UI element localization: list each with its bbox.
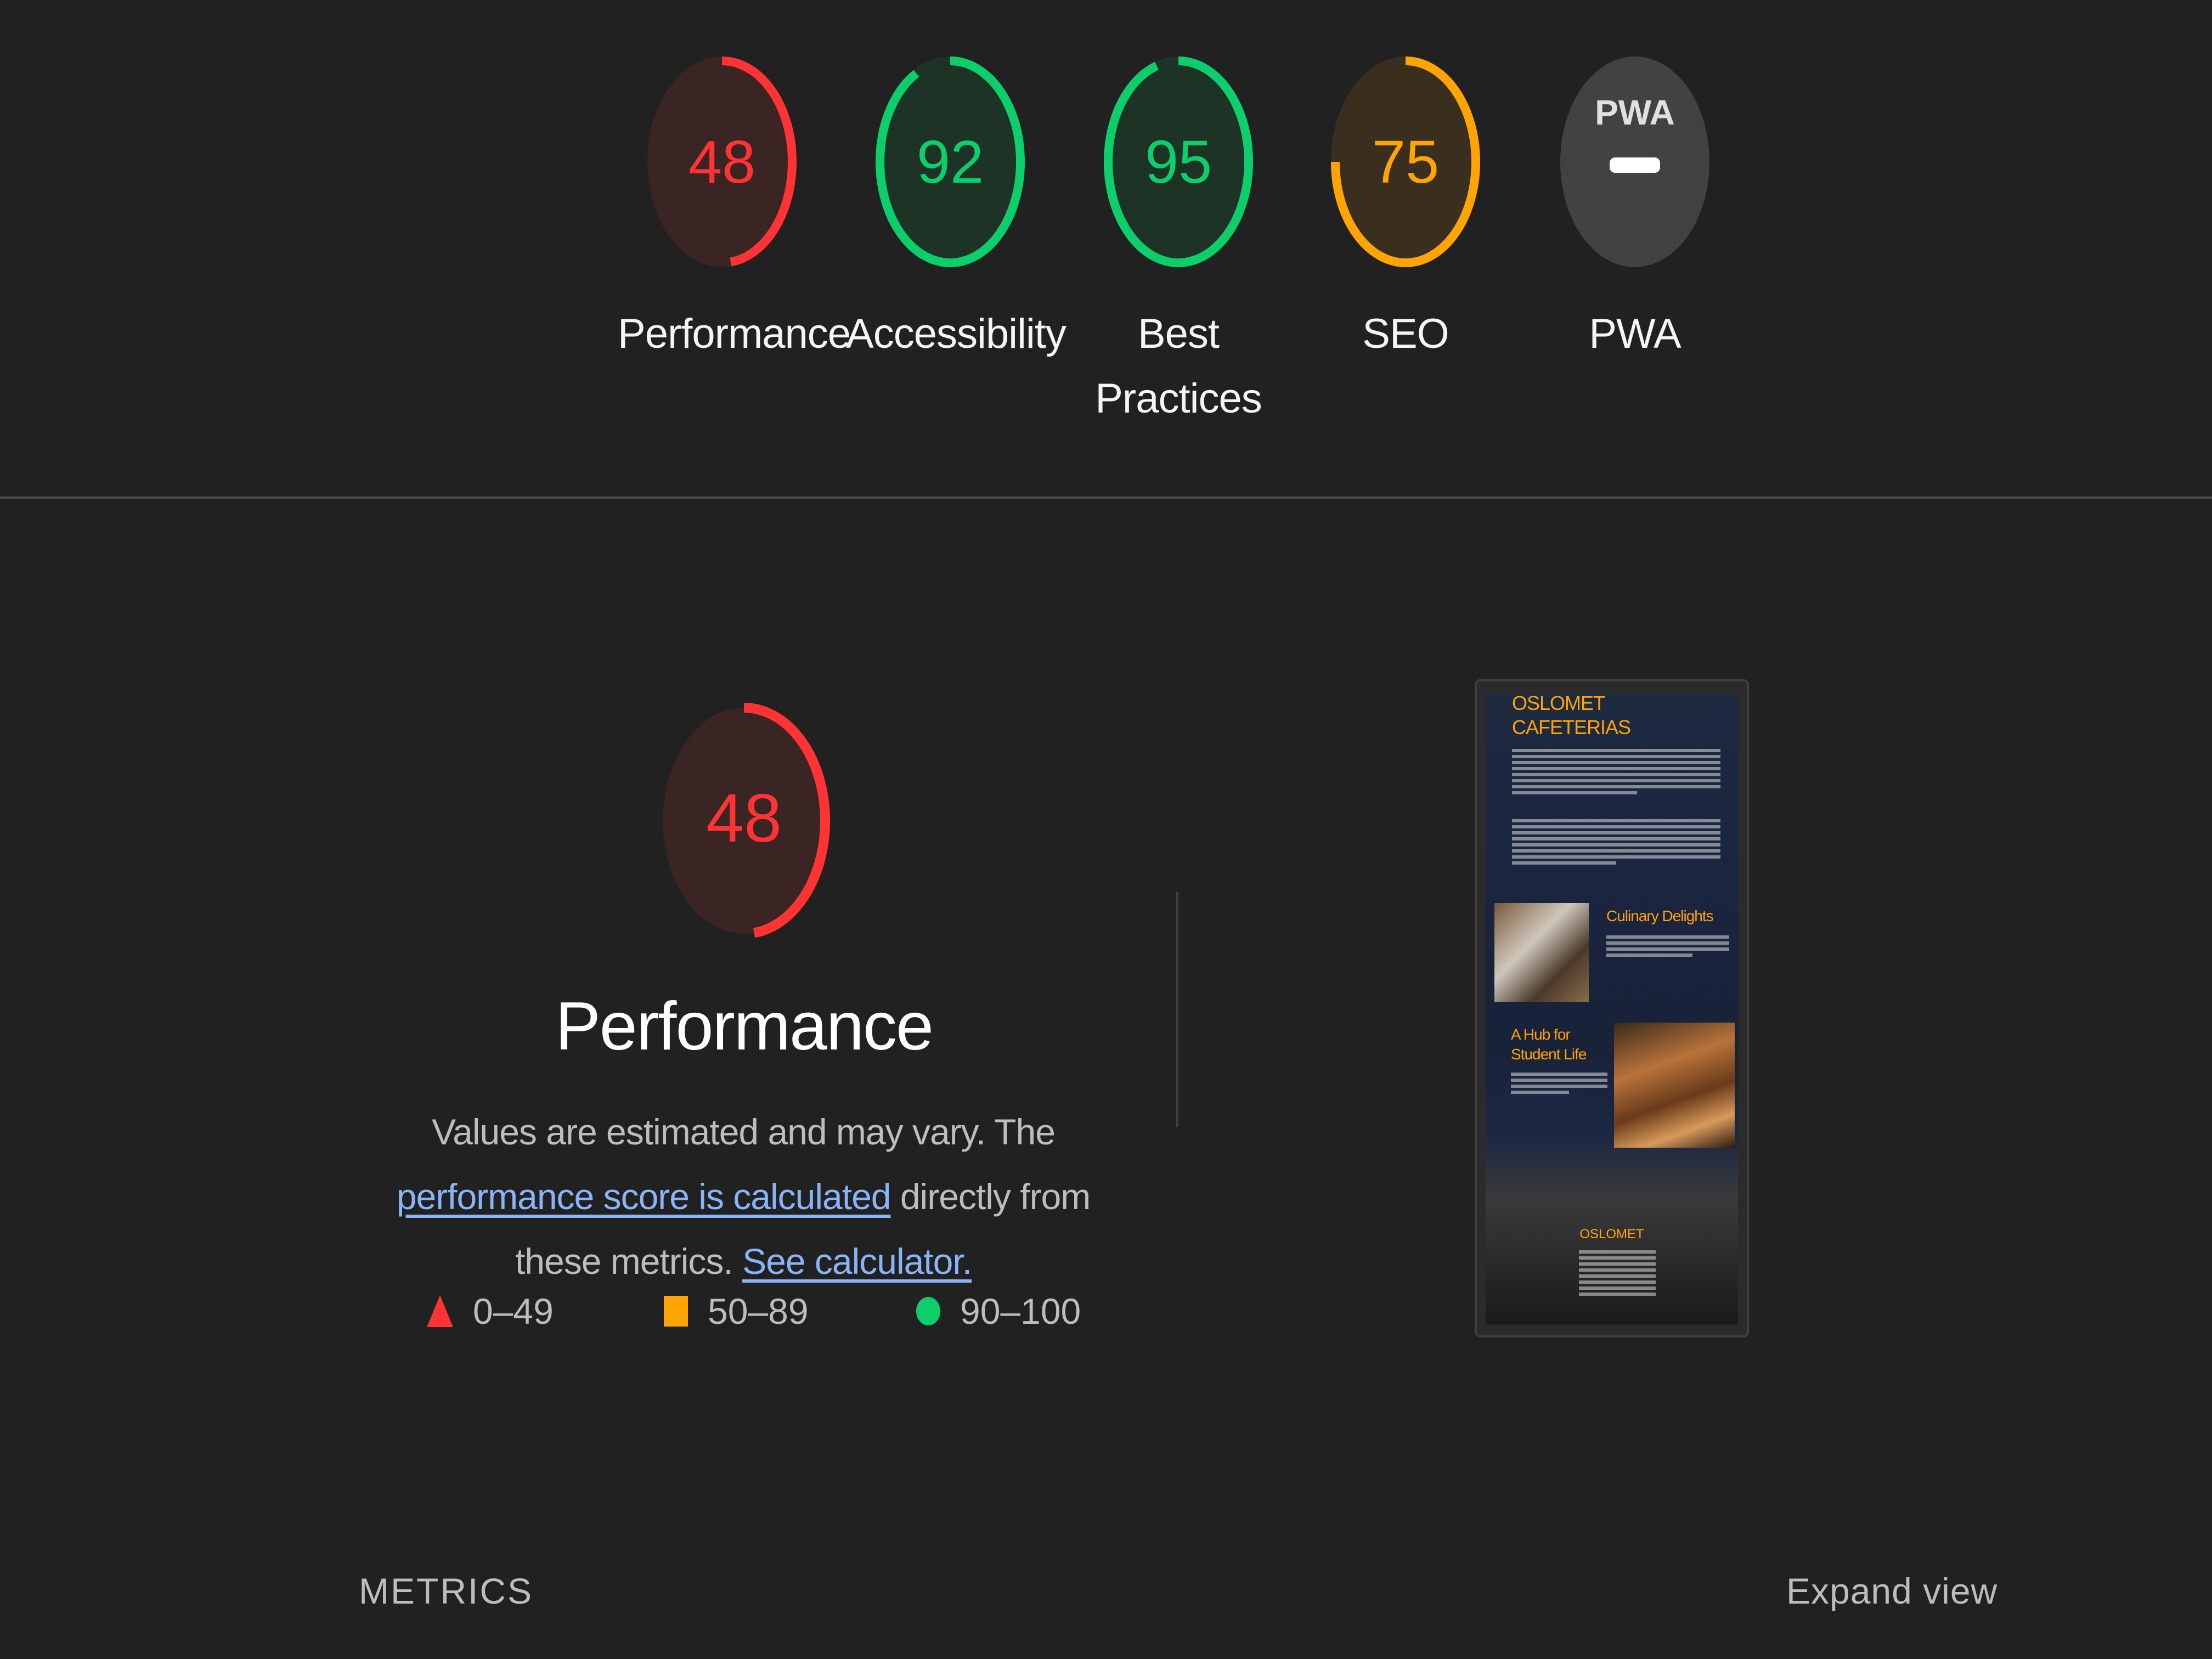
gauge-seo[interactable]: 75 SEO: [1301, 55, 1510, 366]
square-icon: [664, 1296, 688, 1327]
legend-average-range: 50–89: [708, 1291, 809, 1331]
legend-pass-range: 90–100: [960, 1291, 1081, 1331]
performance-heading: Performance: [555, 989, 934, 1064]
gauge-label: PWA: [1531, 302, 1739, 366]
legend-average: 50–89: [664, 1284, 809, 1339]
gauge-ring: PWA: [1560, 57, 1709, 267]
gauge-label: Performance: [618, 302, 851, 366]
screenshot-paragraph: [1606, 933, 1729, 960]
gauge-label: Best Practices: [1074, 302, 1283, 431]
header-divider: [0, 496, 2212, 499]
screenshot-image-cafeteria: [1614, 1023, 1735, 1148]
gauge-label-line: Performance: [618, 311, 851, 357]
screenshot-paragraph: [1512, 746, 1720, 797]
gauge-label: Accessibility: [846, 302, 1066, 366]
triangle-icon: [427, 1295, 453, 1327]
gauge-performance[interactable]: 48 Performance: [618, 55, 851, 366]
performance-score-gauge: 48: [656, 700, 832, 941]
final-screenshot-thumbnail[interactable]: OSLOMET CAFETERIAS Culinary Delights A H…: [1475, 679, 1749, 1338]
gauge-accessibility[interactable]: 92 Accessibility: [846, 55, 1066, 366]
screenshot-paragraph: [1512, 816, 1720, 867]
legend-pass: 90–100: [916, 1284, 1081, 1339]
expand-view-toggle[interactable]: Expand view: [1786, 1570, 1997, 1612]
screenshot-title: OSLOMET CAFETERIAS: [1512, 693, 1631, 740]
screenshot-section2-line2: Student Life: [1511, 1046, 1587, 1063]
gauge-score: 95: [1145, 128, 1212, 196]
screenshot-section-heading-2: A Hub for Student Life: [1511, 1025, 1587, 1064]
gauge-label-line: SEO: [1362, 311, 1449, 357]
pwa-dash-icon: [1610, 157, 1660, 173]
gauge-score: 48: [689, 128, 755, 196]
description-text: Values are estimated and may vary. The: [432, 1111, 1056, 1152]
performance-score-value: 48: [706, 781, 782, 856]
gauge-label-line: PWA: [1589, 311, 1681, 357]
legend-fail: 0–49: [427, 1284, 554, 1339]
gauge-score: 75: [1372, 128, 1439, 196]
gauge-label: SEO: [1301, 302, 1510, 366]
screenshot-image-chef: [1494, 903, 1589, 1002]
vertical-divider: [1176, 891, 1178, 1127]
pwa-badge-text: PWA: [1595, 93, 1675, 132]
screenshot-title-line1: OSLOMET: [1512, 693, 1605, 714]
screenshot-footer-text: [1579, 1248, 1656, 1299]
gauge-ring: 95: [1104, 57, 1253, 267]
performance-score-link[interactable]: performance score is calculated: [397, 1176, 891, 1217]
legend-fail-range: 0–49: [473, 1291, 554, 1331]
gauge-ring: 75: [1331, 57, 1480, 267]
gauge-ring: 48: [647, 57, 797, 267]
gauge-best-practices[interactable]: 95 Best Practices: [1074, 55, 1283, 431]
performance-description: Values are estimated and may vary. The p…: [351, 1099, 1136, 1294]
screenshot-title-line2: CAFETERIAS: [1512, 716, 1631, 738]
gauge-ring: 92: [876, 57, 1025, 267]
page-screenshot: OSLOMET CAFETERIAS Culinary Delights A H…: [1486, 693, 1738, 1324]
circle-icon: [916, 1297, 940, 1325]
gauge-label-line: Best: [1137, 311, 1220, 357]
gauge-label-line: Accessibility: [846, 311, 1066, 357]
screenshot-footer-title: OSLOMET: [1579, 1227, 1644, 1242]
gauge-score: 92: [917, 128, 984, 196]
metrics-heading: METRICS: [359, 1571, 533, 1611]
screenshot-paragraph: [1511, 1070, 1607, 1097]
score-scale-legend: 0–49 50–89 90–100: [0, 1284, 1207, 1339]
category-gauges: 48 Performance 92 Accessibility 95 Best Practi…: [0, 55, 2212, 439]
performance-gauge-ring: 48: [663, 703, 830, 938]
see-calculator-link[interactable]: See calculator.: [742, 1241, 972, 1282]
gauge-label-line: Practices: [1095, 375, 1262, 422]
screenshot-section2-line1: A Hub for: [1511, 1026, 1571, 1043]
screenshot-section-heading: Culinary Delights: [1606, 907, 1714, 924]
gauge-pwa[interactable]: PWA PWA: [1531, 55, 1739, 366]
